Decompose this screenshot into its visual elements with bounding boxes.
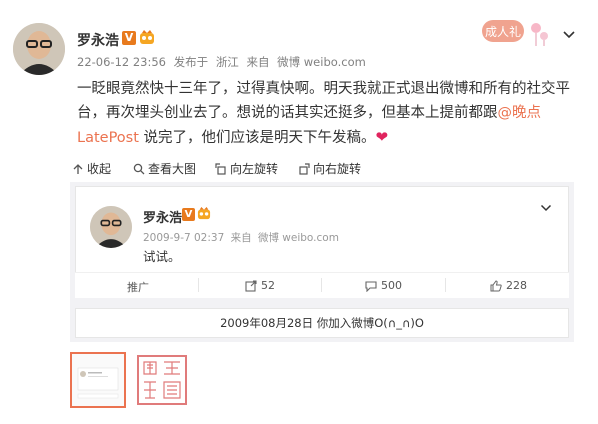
repost-icon bbox=[245, 279, 257, 292]
crown-badge-icon bbox=[140, 30, 154, 44]
retweet-text: 试试。 bbox=[143, 249, 181, 264]
rotate-right-icon bbox=[299, 162, 310, 175]
post-text-line-1: 一眨眼竟然快十三年了，过得真快啊。明天我就正式退出微博和所有的社交平 bbox=[77, 81, 570, 97]
rotate-left-icon bbox=[215, 162, 226, 175]
crown-badge-icon bbox=[197, 207, 211, 220]
post-text-line-2-body: 台，再次埋头创业去了。想说的话其实还挺多，但基本上提前都跟 bbox=[77, 105, 498, 121]
post-text-line-3-body: 说完了，他们应该是明天下午发稿。 bbox=[138, 130, 376, 146]
view-large-label: 查看大图 bbox=[148, 162, 197, 176]
divider bbox=[198, 278, 199, 292]
verified-badge-icon: V bbox=[182, 208, 195, 221]
rotate-left-button[interactable]: 向左旋转 bbox=[215, 160, 278, 177]
retweet-author-avatar[interactable] bbox=[90, 206, 132, 248]
heart-emoji-icon: ❤ bbox=[375, 128, 389, 146]
weibo-post-card: 罗永浩 V 22-06-12 23:56 发布于 浙江 来自 微博 weibo.… bbox=[0, 0, 598, 424]
mention-link-continued[interactable]: LatePost bbox=[77, 130, 139, 146]
post-meta: 22-06-12 23:56 发布于 浙江 来自 微博 weibo.com bbox=[77, 54, 370, 70]
chevron-down-icon[interactable] bbox=[540, 204, 552, 213]
promote-button[interactable]: 推广 bbox=[127, 279, 149, 295]
divider bbox=[321, 278, 322, 292]
retweet-date[interactable]: 2009-9-7 02:37 bbox=[143, 232, 224, 244]
comment-button[interactable]: 500 bbox=[365, 279, 402, 292]
chevron-down-icon[interactable] bbox=[562, 30, 576, 40]
post-text-line-2: 台，再次埋头创业去了。想说的话其实还挺多，但基本上提前都跟@晚点 bbox=[77, 101, 577, 125]
published-label: 发布于 bbox=[173, 55, 209, 69]
retweet-author-name[interactable]: 罗永浩 bbox=[143, 207, 182, 226]
celebration-stamp-icon: 成人礼 bbox=[482, 20, 548, 46]
view-large-button[interactable]: 查看大图 bbox=[133, 160, 196, 177]
collapse-up-icon bbox=[73, 163, 83, 174]
comment-icon bbox=[365, 280, 377, 292]
post-date[interactable]: 22-06-12 23:56 bbox=[77, 55, 166, 69]
repost-count: 52 bbox=[261, 279, 275, 292]
post-text-line-3: LatePost 说完了，他们应该是明天下午发稿。❤ bbox=[77, 125, 577, 150]
image-thumbnail-selected[interactable] bbox=[70, 352, 126, 408]
post-source[interactable]: 微博 weibo.com bbox=[277, 55, 366, 69]
image-thumbnail-seal[interactable] bbox=[134, 352, 190, 408]
like-count: 228 bbox=[506, 279, 527, 292]
retweet-meta: 2009-9-7 02:37 来自 微博 weibo.com bbox=[143, 230, 342, 245]
author-avatar[interactable] bbox=[13, 23, 65, 75]
zoom-icon bbox=[133, 163, 145, 174]
comment-count: 500 bbox=[381, 279, 402, 292]
collect-button[interactable]: 收起 bbox=[72, 160, 111, 177]
rotate-right-label: 向右旋转 bbox=[313, 162, 362, 176]
collect-label: 收起 bbox=[87, 162, 112, 176]
retweet-source-label: 来自 bbox=[230, 232, 252, 244]
mention-link[interactable]: @晚点 bbox=[498, 105, 542, 121]
join-notice: 2009年08月28日 你加入微博O(∩_∩)O bbox=[75, 308, 569, 338]
rotate-left-label: 向左旋转 bbox=[230, 162, 279, 176]
retweet-source[interactable]: 微博 weibo.com bbox=[258, 232, 339, 244]
rotate-right-button[interactable]: 向右旋转 bbox=[298, 160, 361, 177]
svg-text:成人礼: 成人礼 bbox=[485, 24, 521, 39]
repost-button[interactable]: 52 bbox=[245, 279, 275, 292]
promote-label: 推广 bbox=[127, 281, 149, 294]
thumbs-up-icon bbox=[490, 279, 502, 291]
retweet-actions: 推广 52 500 228 bbox=[75, 272, 569, 298]
like-button[interactable]: 228 bbox=[490, 279, 527, 292]
post-text: 一眨眼竟然快十三年了，过得真快啊。明天我就正式退出微博和所有的社交平 台，再次埋… bbox=[77, 77, 577, 150]
verified-badge-icon: V bbox=[122, 31, 136, 45]
source-label: 来自 bbox=[246, 55, 270, 69]
post-location: 浙江 bbox=[215, 55, 239, 69]
author-name[interactable]: 罗永浩 bbox=[77, 30, 119, 50]
divider bbox=[445, 278, 446, 292]
media-toolbar: 收起 查看大图 向左旋转 向右旋转 bbox=[0, 152, 598, 182]
